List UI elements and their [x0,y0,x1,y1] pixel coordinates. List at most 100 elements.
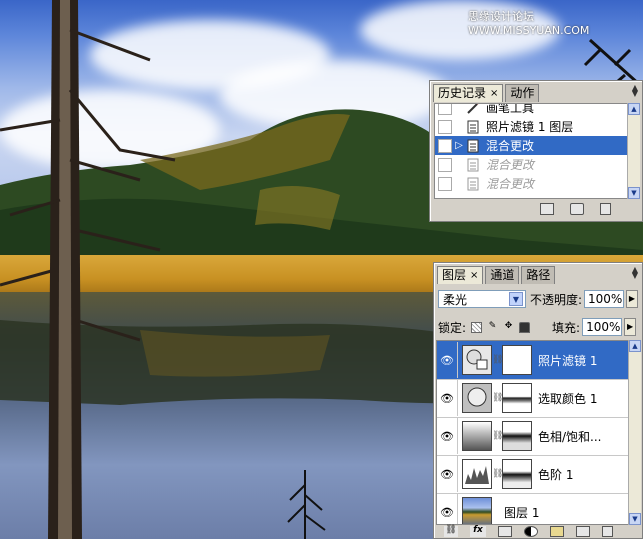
image-thumb [462,497,492,524]
link-chain-icon: ⛓ [492,355,504,365]
layers-tabs: 图层 × 通道 路径 [437,266,557,284]
folder-icon[interactable] [550,526,564,537]
adjustment-icon[interactable] [524,526,538,537]
fill-field[interactable]: 100% [582,318,623,336]
tab-history[interactable]: 历史记录 × [433,84,504,102]
new-document-icon[interactable] [540,203,554,215]
snapshot-checkbox[interactable] [438,176,452,191]
lock-transparent-icon[interactable] [471,321,483,333]
history-item-label: 画笔工具 [486,103,535,115]
link-chain-icon: ⛓ [492,393,504,403]
history-item-label: 混合更改 [486,139,535,153]
history-item[interactable]: 画笔工具 [435,103,629,117]
link-icon[interactable]: ⛓ [444,526,458,537]
layers-panel: 图层 × 通道 路径 ▲ ▼ 柔光 ▼ 不透明度: 100% ▶ 锁定: ✎ ✥ … [433,262,643,539]
history-tabs: 历史记录 × 动作 [433,84,541,102]
history-state-icon [467,139,479,152]
visibility-toggle[interactable]: 👁 [437,342,458,378]
adjustment-thumb [462,345,492,375]
layer-name: 图层 1 [504,505,540,520]
history-item-label: 混合更改 [486,177,535,191]
history-item-label: 照片滤镜 1 图层 [486,120,574,134]
close-icon[interactable]: × [470,267,478,284]
history-item-undone[interactable]: 混合更改 [435,174,629,193]
visibility-toggle[interactable]: 👁 [437,456,458,492]
link-chain-icon: ⛓ [492,469,504,479]
snapshot-checkbox[interactable] [438,119,452,134]
small-pine [287,470,326,539]
eye-icon: 👁 [440,467,454,481]
history-panel: 历史记录 × 动作 ▲ ▼ 画笔工具 照片滤镜 1 图层 ▷ 混合更改 混合更改… [429,80,643,222]
trash-icon[interactable] [600,203,611,215]
layer-row-hue-saturation[interactable]: 👁 ⛓ 色相/饱和... [437,417,629,456]
scroll-down-icon[interactable]: ▼ [628,187,640,199]
history-item-label: 混合更改 [486,158,535,172]
layer-mask-thumb[interactable] [502,383,532,413]
mask-icon[interactable] [498,526,512,537]
layer-row-photo-filter[interactable]: 👁 ⛓ 照片滤镜 1 [437,341,629,380]
trash-icon[interactable] [602,526,613,537]
layers-footer: ⛓ fx [444,526,613,537]
history-scrollbar[interactable]: ▲ ▼ [627,103,640,199]
history-state-icon [467,177,479,190]
snapshot-checkbox[interactable] [438,157,452,172]
history-item-selected[interactable]: ▷ 混合更改 [435,136,629,155]
layer-list: 👁 ⛓ 照片滤镜 1 👁 ⛓ 选取颜色 1 👁 ⛓ 色相/饱和... 👁 ⛓ 色… [436,340,630,525]
tab-channels-label: 通道 [490,268,515,282]
layer-mask-thumb[interactable] [502,421,532,451]
opacity-slider-button[interactable]: ▶ [626,290,638,308]
selective-color-icon [467,387,487,407]
scroll-down-icon[interactable]: ▼ [629,513,641,525]
layer-mask-thumb[interactable] [502,459,532,489]
layer-mask-thumb[interactable] [502,345,532,375]
layer-name: 选取颜色 1 [538,391,598,406]
blend-mode-select[interactable]: 柔光 ▼ [438,290,526,308]
layer-row-levels[interactable]: 👁 ⛓ 色阶 1 [437,455,629,494]
snapshot-checkbox[interactable] [438,104,452,115]
panel-menu-icon[interactable]: ▲ ▼ [632,266,638,280]
new-layer-icon[interactable] [576,526,590,537]
close-icon[interactable]: × [490,85,498,102]
tab-actions-label: 动作 [510,86,535,100]
eye-icon: 👁 [440,429,454,443]
snapshot-camera-icon[interactable] [570,203,584,215]
tab-history-label: 历史记录 [438,86,487,100]
adjustment-thumb [462,459,492,489]
lock-brush-icon[interactable]: ✎ [487,321,498,333]
history-item-undone[interactable]: 混合更改 [435,155,629,174]
layer-row-image[interactable]: 👁 图层 1 [437,493,629,524]
tab-layers[interactable]: 图层 × [437,266,484,284]
visibility-toggle[interactable]: 👁 [437,494,458,524]
tab-channels[interactable]: 通道 [485,266,520,284]
scroll-up-icon[interactable]: ▲ [629,340,641,352]
chevron-down-icon[interactable]: ▼ [508,292,523,306]
levels-histogram-icon [465,466,489,484]
layer-name: 色阶 1 [538,467,574,482]
photo-filter-icon [466,349,488,370]
panel-menu-icon[interactable]: ▲ ▼ [632,84,638,98]
visibility-toggle[interactable]: 👁 [437,418,458,454]
snapshot-checkbox[interactable] [438,138,452,153]
tab-paths[interactable]: 路径 [521,266,556,284]
fill-label: 填充: [552,320,581,335]
fill-slider-button[interactable]: ▶ [624,318,637,336]
history-footer [540,203,611,215]
opacity-field[interactable]: 100% [584,290,624,308]
brush-icon [467,104,478,114]
lock-move-icon[interactable]: ✥ [503,321,514,333]
history-item[interactable]: 照片滤镜 1 图层 [435,117,629,136]
adjustment-thumb [462,421,492,451]
layer-row-selective-color[interactable]: 👁 ⛓ 选取颜色 1 [437,379,629,418]
layers-scrollbar[interactable]: ▲ ▼ [628,340,641,525]
history-list: 画笔工具 照片滤镜 1 图层 ▷ 混合更改 混合更改 混合更改 [434,103,630,199]
link-chain-icon: ⛓ [492,431,504,441]
tab-actions[interactable]: 动作 [505,84,540,102]
visibility-toggle[interactable]: 👁 [437,380,458,416]
fx-icon[interactable]: fx [470,526,486,537]
eye-icon: 👁 [440,353,454,367]
lock-all-icon[interactable] [519,321,531,333]
watermark: 思缘设计论坛 WWW.MISSYUAN.COM [468,10,590,37]
history-pointer-icon: ▷ [455,140,463,151]
tab-layers-label: 图层 [442,268,467,282]
scroll-up-icon[interactable]: ▲ [628,103,640,115]
